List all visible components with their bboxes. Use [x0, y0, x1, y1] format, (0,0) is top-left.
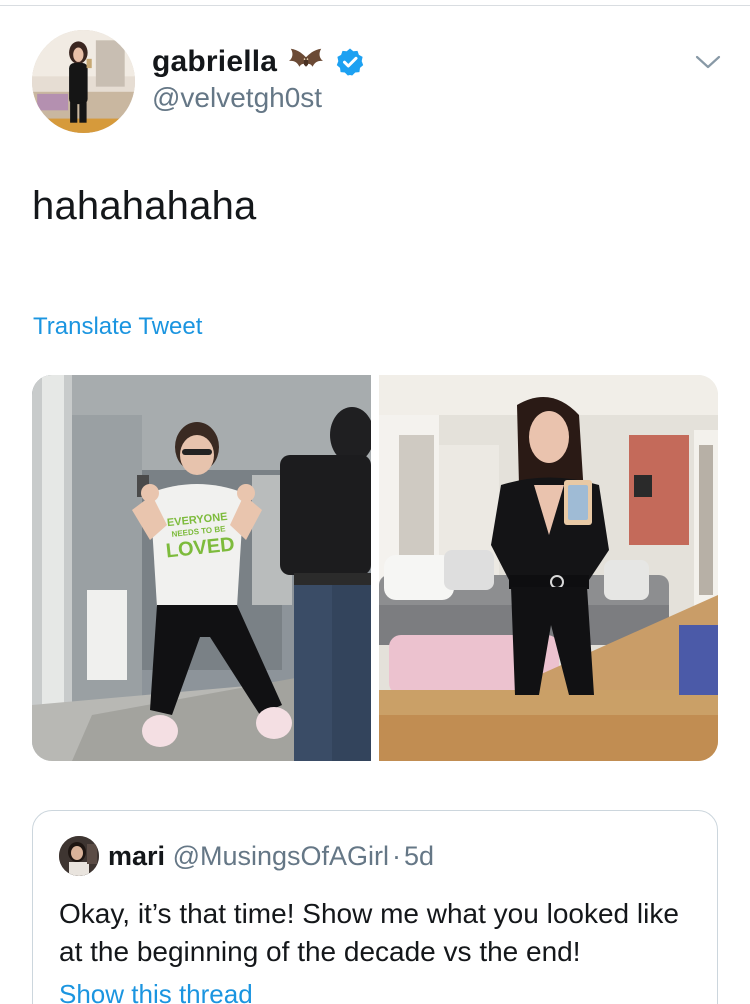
- shirt-print: EVERYONE NEEDS TO BE LOVED: [152, 510, 246, 563]
- bat-icon: [287, 45, 325, 79]
- show-thread-link[interactable]: Show this thread: [59, 979, 253, 1004]
- author-handle[interactable]: @velvetgh0st: [152, 82, 322, 114]
- top-divider: [0, 5, 750, 6]
- author-name-row[interactable]: gabriella: [152, 42, 365, 82]
- quoted-tweet-text: Okay, it’s that time! Show me what you l…: [59, 898, 679, 967]
- author-avatar[interactable]: [32, 30, 135, 133]
- quoted-author-handle[interactable]: @MusingsOfAGirl: [173, 841, 389, 871]
- quoted-tweet-time[interactable]: 5d: [404, 841, 434, 871]
- tweet-text: hahahahaha: [32, 184, 257, 228]
- chevron-down-icon[interactable]: [694, 52, 722, 72]
- quoted-tweet-card[interactable]: mari @MusingsOfAGirl · 5d Okay, it’s that …: [32, 810, 718, 1004]
- quoted-author-name[interactable]: mari: [108, 841, 165, 871]
- quoted-author-avatar[interactable]: [59, 836, 99, 876]
- photo-after[interactable]: [379, 375, 718, 761]
- quoted-tweet-header: mari @MusingsOfAGirl · 5d: [108, 841, 434, 872]
- tweet-media-grid: EVERYONE NEEDS TO BE LOVED: [32, 375, 718, 761]
- verified-badge-icon: [335, 47, 365, 77]
- dot-separator: ·: [392, 841, 402, 871]
- translate-tweet-link[interactable]: Translate Tweet: [33, 313, 202, 341]
- photo-before[interactable]: EVERYONE NEEDS TO BE LOVED: [32, 375, 371, 761]
- author-display-name[interactable]: gabriella: [152, 45, 277, 79]
